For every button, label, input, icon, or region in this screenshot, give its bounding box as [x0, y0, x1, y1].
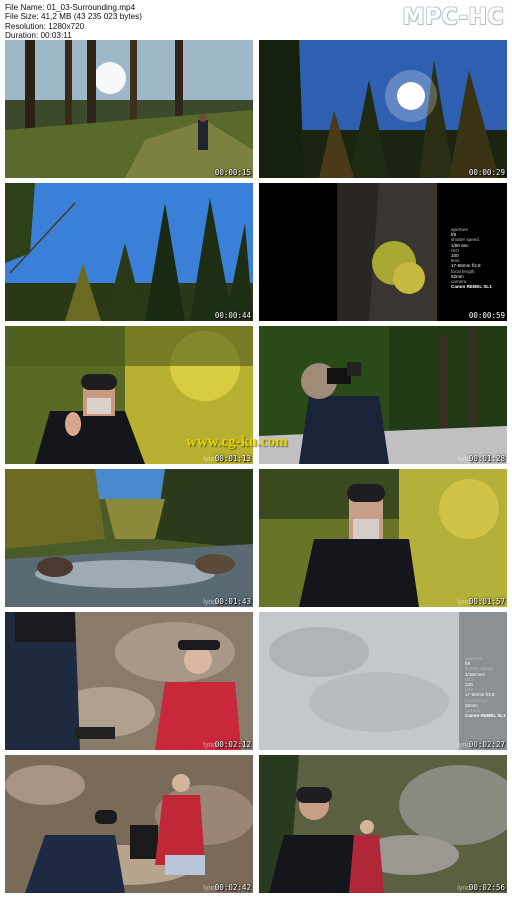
- man-on-rocks-image: [259, 755, 507, 893]
- camera-value: Canon REBEL SL1: [465, 713, 506, 719]
- thumbnail-9[interactable]: lynda 00:02:12: [5, 612, 253, 750]
- sunburst-trees-image: [259, 40, 507, 178]
- resolution: Resolution: 1280x720: [5, 21, 85, 31]
- woman-red-jacket-image: [5, 612, 253, 750]
- thumbnail-timestamp: 00:00:29: [468, 168, 505, 177]
- thumbnail-timestamp: 00:02:56: [468, 883, 505, 892]
- thumbnail-timestamp: 00:02:12: [214, 740, 251, 749]
- thumbnail-timestamp: 00:01:13: [214, 454, 251, 463]
- file-info-header: File Name: 01_03-Surrounding.mp4 File Si…: [0, 0, 512, 40]
- camera-settings-panel: aperture f/8 shutter speed 1/160 sec ISO…: [465, 656, 506, 718]
- forest-scene-image: [5, 40, 253, 178]
- thumbnail-3[interactable]: 00:00:44: [5, 183, 253, 321]
- thumbnail-1[interactable]: 00:00:15: [5, 40, 253, 178]
- thumbnail-2[interactable]: 00:00:29: [259, 40, 507, 178]
- thumbnail-10[interactable]: aperture f/8 shutter speed 1/160 sec ISO…: [259, 612, 507, 750]
- camera-value: Canon REBEL SL1: [451, 284, 492, 290]
- thumbnail-11[interactable]: lynda 00:02:42: [5, 755, 253, 893]
- thumbnail-timestamp: 00:00:15: [214, 168, 251, 177]
- thumbnail-timestamp: 00:00:59: [468, 311, 505, 320]
- mpc-hc-logo: MPC-HC: [402, 5, 504, 30]
- thumbnail-timestamp: 00:01:43: [214, 597, 251, 606]
- man-with-camera-image: [259, 326, 507, 464]
- thumbnail-7[interactable]: lynda 00:01:43: [5, 469, 253, 607]
- thumbnail-timestamp: 00:00:44: [214, 311, 251, 320]
- pines-sky-image: [5, 183, 253, 321]
- thumbnail-timestamp: 00:01:28: [468, 454, 505, 463]
- mountain-stream-image: [5, 469, 253, 607]
- thumbnail-8[interactable]: lynda 00:01:57: [259, 469, 507, 607]
- file-name: File Name: 01_03-Surrounding.mp4: [5, 3, 136, 12]
- file-size: File Size: 41,2 MB (43 235 023 bytes): [5, 12, 142, 22]
- thumbnail-4[interactable]: aperture f/8 shutter speed 1/80 sec ISO …: [259, 183, 507, 321]
- camera-settings-panel: aperture f/8 shutter speed 1/80 sec ISO …: [451, 227, 492, 289]
- site-watermark: www.cg-ku.com: [186, 434, 288, 450]
- thumbnail-timestamp: 00:02:27: [468, 740, 505, 749]
- file-info: File Name: 01_03-Surrounding.mp4 File Si…: [5, 3, 142, 41]
- man-portrait-image: [259, 469, 507, 607]
- thumbnail-12[interactable]: lynda 00:02:56: [259, 755, 507, 893]
- thumbnail-timestamp: 00:02:42: [214, 883, 251, 892]
- photographer-model-image: [5, 755, 253, 893]
- thumbnail-6[interactable]: lynda 00:01:28: [259, 326, 507, 464]
- thumbnail-timestamp: 00:01:57: [468, 597, 505, 606]
